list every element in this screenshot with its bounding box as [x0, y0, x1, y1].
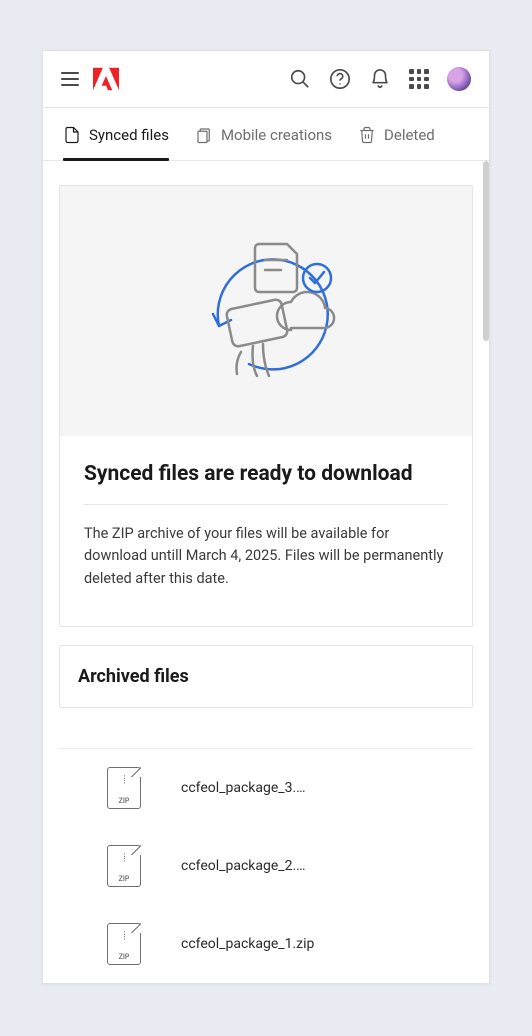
search-icon[interactable] — [289, 68, 311, 90]
zip-icon: ⦙ZIP — [107, 923, 141, 965]
menu-button[interactable] — [61, 72, 79, 86]
file-item[interactable]: ⦙ZIP ccfeol_package_1.zip — [59, 905, 473, 983]
tab-label: Mobile creations — [221, 126, 332, 144]
topbar-left — [61, 67, 119, 91]
tab-mobile-creations[interactable]: Mobile creations — [195, 108, 332, 160]
hero-body: The ZIP archive of your files will be av… — [84, 523, 448, 590]
tab-synced-files[interactable]: Synced files — [63, 108, 169, 160]
hero-card: Synced files are ready to download The Z… — [59, 185, 473, 627]
hero-title: Synced files are ready to download — [84, 462, 448, 505]
hero-illustration — [60, 186, 472, 436]
content-area: Synced files are ready to download The Z… — [43, 161, 489, 983]
file-item[interactable]: ⦙ZIP ccfeol_package_2.… — [59, 827, 473, 905]
zip-icon: ⦙ZIP — [107, 767, 141, 809]
clipboard-icon — [195, 126, 213, 144]
adobe-logo[interactable] — [93, 67, 119, 91]
archived-card: Archived files — [59, 645, 473, 708]
file-name: ccfeol_package_3.… — [181, 780, 306, 796]
bell-icon[interactable] — [369, 68, 391, 90]
topbar-right — [289, 67, 471, 91]
archived-title: Archived files — [78, 666, 454, 687]
avatar[interactable] — [447, 67, 471, 91]
zip-icon: ⦙ZIP — [107, 845, 141, 887]
file-icon — [63, 126, 81, 144]
file-item[interactable]: ⦙ZIP ccfeol_package_3.… — [59, 749, 473, 827]
apps-icon[interactable] — [409, 69, 429, 89]
topbar — [43, 51, 489, 108]
file-name: ccfeol_package_2.… — [181, 858, 306, 874]
file-name: ccfeol_package_1.zip — [181, 936, 314, 952]
help-icon[interactable] — [329, 68, 351, 90]
tabs: Synced files Mobile creations Deleted — [43, 108, 489, 161]
tab-label: Synced files — [89, 126, 169, 144]
file-list: ⦙ZIP ccfeol_package_3.… ⦙ZIP ccfeol_pack… — [59, 748, 473, 983]
tab-label: Deleted — [384, 126, 435, 144]
tab-deleted[interactable]: Deleted — [358, 108, 435, 160]
app-panel: Synced files Mobile creations Deleted — [42, 50, 490, 984]
scrollbar[interactable] — [483, 161, 489, 341]
hero-text: Synced files are ready to download The Z… — [60, 436, 472, 626]
trash-icon — [358, 126, 376, 144]
